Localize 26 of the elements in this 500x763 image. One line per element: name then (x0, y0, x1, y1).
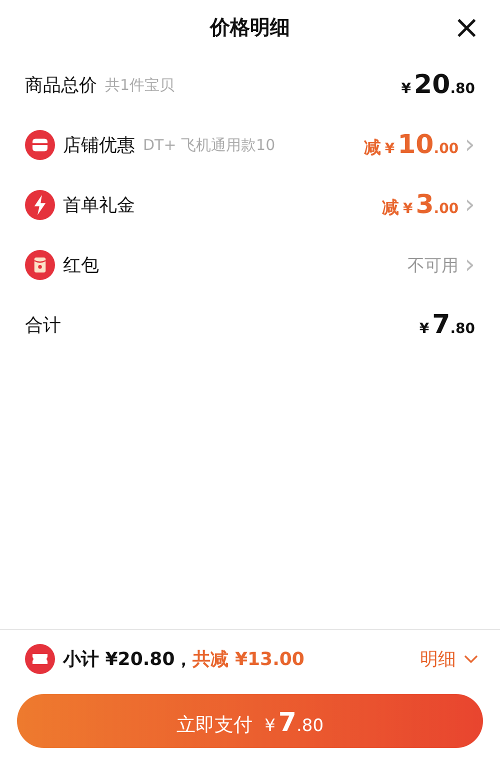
price-amount: ¥7.80 (419, 310, 475, 340)
subtotal-text: 小计 ¥20.80， (63, 648, 193, 671)
row-note: 共1件宝贝 (105, 76, 175, 94)
row-label: 首单礼金 (63, 194, 135, 217)
envelope-icon (25, 250, 55, 280)
discount-amount: 减 ¥10.00 (364, 130, 459, 160)
close-button[interactable]: × (453, 10, 480, 44)
row-label: 店铺优惠 (63, 134, 135, 157)
row-label: 红包 (63, 254, 99, 277)
coupon-icon (25, 644, 55, 674)
chevron-icon[interactable]: › (464, 135, 475, 155)
chevron-icon[interactable]: › (464, 255, 475, 275)
saved-text: 共减 ¥13.00 (192, 648, 304, 671)
row-label: 商品总价 (25, 74, 97, 97)
chevron-down-icon (464, 654, 478, 664)
chevron-icon[interactable]: › (464, 195, 475, 215)
discount-amount: 减 ¥3.00 (382, 190, 459, 220)
status-text: 不可用 (408, 254, 459, 276)
row-label: 合计 (25, 314, 61, 337)
row-note: DT+ 飞机通用款10 (143, 136, 276, 154)
price-amount: ¥20.80 (401, 70, 475, 100)
pay-button[interactable]: 立即支付 ¥7.80 (17, 694, 483, 748)
shop-icon (25, 130, 55, 160)
sheet-title: 价格明细 (210, 14, 290, 41)
details-toggle[interactable]: 明细 (420, 647, 478, 671)
lightning-icon (25, 190, 55, 220)
